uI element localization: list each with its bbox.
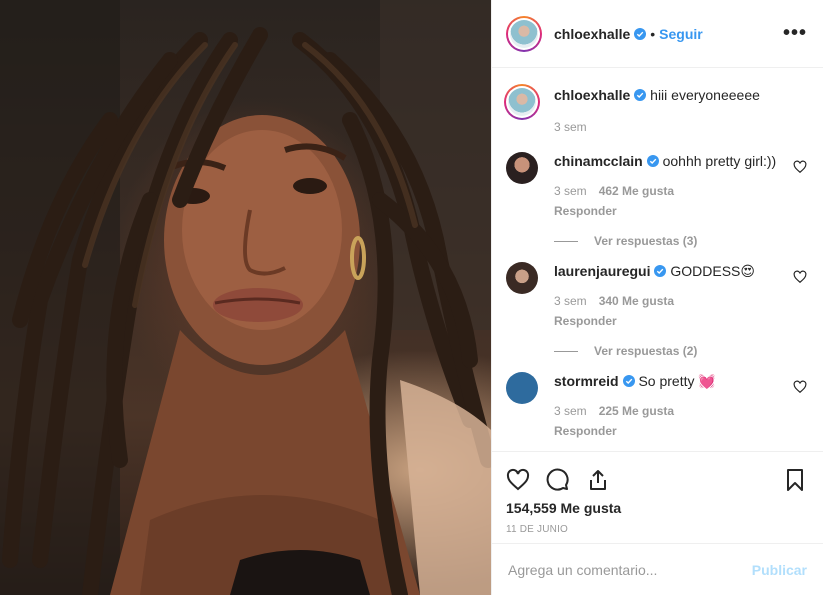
- reply-button[interactable]: Responder: [554, 202, 785, 220]
- reply-button[interactable]: Responder: [554, 422, 785, 440]
- comment-username[interactable]: chinamcclain: [554, 153, 643, 169]
- share-icon[interactable]: [586, 468, 610, 492]
- comment-time[interactable]: 3 sem: [554, 292, 587, 310]
- comment-item: chinamcclain oohhh pretty girl:)) 3 sem 4…: [506, 152, 807, 262]
- post-photo[interactable]: [0, 0, 491, 595]
- like-comment-heart-icon[interactable]: [793, 160, 807, 174]
- beating-heart-emoji: 💓: [698, 373, 716, 389]
- likes-count[interactable]: 154,559 Me gusta: [506, 500, 807, 516]
- header-separator: •: [650, 25, 656, 42]
- photo-illustration: [0, 0, 491, 595]
- smiling-heart-eyes-emoji: 😍: [740, 263, 755, 279]
- caption-username[interactable]: chloexhalle: [554, 87, 630, 103]
- verified-badge-icon: [654, 265, 667, 277]
- comment-likes[interactable]: 225 Me gusta: [599, 402, 674, 420]
- verified-badge-icon: [634, 27, 647, 40]
- post-sidebar: chloexhalle • Seguir ••• chloexhalle hii…: [491, 0, 823, 595]
- caption-text: hiii everyoneeeee: [650, 87, 760, 103]
- comment-time[interactable]: 3 sem: [554, 402, 587, 420]
- comments-list[interactable]: chloexhalle hiii everyoneeeee 3 sem chin…: [492, 68, 823, 451]
- post-date[interactable]: 11 de junio: [506, 524, 807, 535]
- comment-likes[interactable]: 340 Me gusta: [599, 292, 674, 310]
- like-comment-heart-icon[interactable]: [793, 270, 807, 284]
- comment-item: laurenjauregui GODDESS😍 3 sem 340 Me gust…: [506, 262, 807, 372]
- follow-button[interactable]: Seguir: [659, 26, 703, 42]
- verified-badge-icon: [634, 89, 647, 101]
- more-options-icon[interactable]: •••: [783, 22, 807, 45]
- header-username[interactable]: chloexhalle: [554, 26, 630, 42]
- publish-button[interactable]: Publicar: [752, 562, 807, 578]
- reply-button[interactable]: Responder: [554, 312, 785, 330]
- view-replies-button[interactable]: Ver respuestas (3): [554, 232, 785, 250]
- commenter-avatar[interactable]: [506, 152, 538, 184]
- commenter-avatar[interactable]: [506, 372, 538, 404]
- comment-text: GODDESS: [670, 263, 741, 279]
- post-actions: 154,559 Me gusta 11 de junio: [492, 451, 823, 543]
- view-replies-button[interactable]: Ver respuestas (2): [554, 342, 785, 360]
- verified-badge-icon: [646, 155, 659, 167]
- comment-time[interactable]: 3 sem: [554, 182, 587, 200]
- commenter-avatar[interactable]: [506, 262, 538, 294]
- comment-text: oohhh pretty girl:)): [662, 153, 777, 169]
- comment-username[interactable]: laurenjauregui: [554, 263, 650, 279]
- view-replies-label: Ver respuestas (3): [594, 234, 698, 248]
- comment-bubble-icon[interactable]: [546, 468, 570, 492]
- action-icons: [506, 460, 807, 500]
- like-comment-heart-icon[interactable]: [793, 380, 807, 394]
- comment-input[interactable]: [508, 561, 752, 578]
- save-bookmark-icon[interactable]: [783, 468, 807, 492]
- caption-avatar[interactable]: [504, 84, 540, 120]
- verified-badge-icon: [622, 375, 635, 387]
- header-avatar[interactable]: [506, 15, 542, 52]
- post-header: chloexhalle • Seguir •••: [492, 0, 823, 68]
- comment-item: stormreid So pretty 💓 3 sem 225 Me gusta …: [506, 372, 807, 451]
- comment-likes[interactable]: 462 Me gusta: [599, 182, 674, 200]
- caption-time[interactable]: 3 sem: [554, 118, 587, 136]
- comment-text: So pretty: [638, 373, 695, 389]
- caption: chloexhalle hiii everyoneeeee 3 sem: [504, 84, 807, 152]
- add-comment-bar: Publicar: [492, 543, 823, 595]
- view-replies-label: Ver respuestas (2): [594, 344, 698, 358]
- instagram-post: chloexhalle • Seguir ••• chloexhalle hii…: [0, 0, 823, 595]
- comment-username[interactable]: stormreid: [554, 373, 619, 389]
- like-heart-icon[interactable]: [506, 468, 530, 492]
